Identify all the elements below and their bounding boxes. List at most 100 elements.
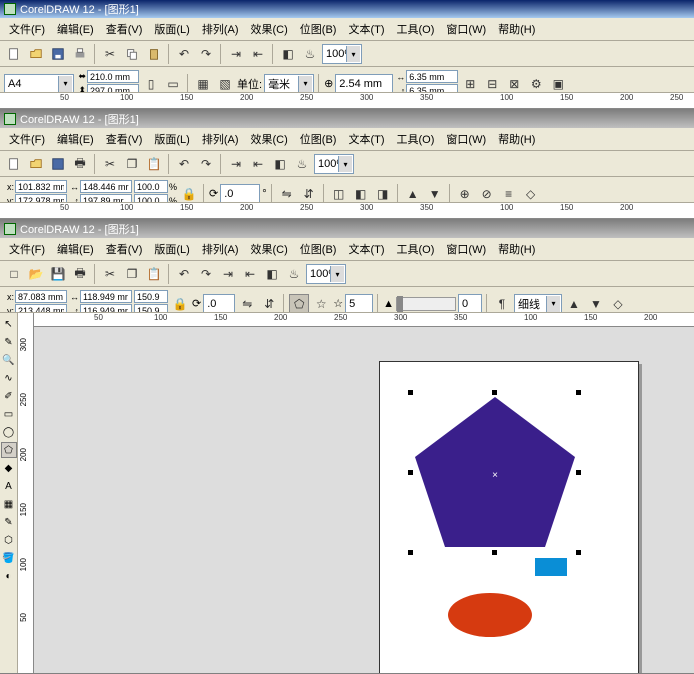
menu-layout[interactable]: 版面(L)	[149, 20, 194, 38]
outline-tool[interactable]: ⬡	[1, 532, 17, 548]
export-icon[interactable]: ⇤	[240, 264, 260, 284]
polygon-tool[interactable]: ⬠	[1, 442, 17, 458]
dup-x-field[interactable]	[406, 70, 458, 83]
zoom-combo[interactable]: 100%▾	[314, 154, 354, 174]
paste-icon[interactable]	[144, 44, 164, 64]
pentagon-shape[interactable]: ×	[410, 392, 580, 552]
ellipse-shape[interactable]	[445, 590, 535, 640]
dropdown-arrow-icon[interactable]: ▾	[546, 296, 560, 312]
menu-view[interactable]: 查看(V)	[101, 130, 148, 148]
to-back-icon[interactable]: ▼	[586, 294, 606, 314]
dropdown-arrow-icon[interactable]: ▾	[58, 76, 72, 92]
menu-text[interactable]: 文本(T)	[343, 130, 389, 148]
sx-field[interactable]	[134, 290, 168, 303]
save-icon[interactable]	[48, 154, 68, 174]
w-field[interactable]	[80, 180, 132, 193]
mirror-v-icon[interactable]: ⇵	[259, 294, 279, 314]
import-icon[interactable]: ⇥	[226, 44, 246, 64]
save-icon[interactable]: 💾	[48, 264, 68, 284]
menu-window[interactable]: 窗口(W)	[441, 240, 491, 258]
outline-width-combo[interactable]: 细线▾	[514, 294, 562, 314]
paste-icon[interactable]: 📋	[144, 154, 164, 174]
copy-icon[interactable]: ❐	[122, 154, 142, 174]
open-icon[interactable]	[26, 44, 46, 64]
selection-handle[interactable]	[576, 390, 581, 395]
menu-tools[interactable]: 工具(O)	[392, 20, 440, 38]
h-field[interactable]	[80, 304, 132, 313]
import-icon[interactable]: ⇥	[218, 264, 238, 284]
menu-effects[interactable]: 效果(C)	[246, 240, 293, 258]
pick-tool[interactable]: ↖	[1, 316, 17, 332]
combine-icon[interactable]: ⊕	[455, 184, 475, 204]
menu-help[interactable]: 帮助(H)	[493, 20, 540, 38]
menu-layout[interactable]: 版面(L)	[149, 240, 194, 258]
dropdown-arrow-icon[interactable]: ▾	[338, 156, 352, 172]
app-launcher-icon[interactable]: ◧	[262, 264, 282, 284]
selection-handle[interactable]	[408, 550, 413, 555]
y-field[interactable]	[15, 304, 67, 313]
interactive-fill-tool[interactable]: ◐	[1, 568, 17, 584]
cut-icon[interactable]: ✂	[100, 44, 120, 64]
rectangle-shape[interactable]	[535, 558, 567, 576]
print-icon[interactable]	[70, 44, 90, 64]
sharpness-slider[interactable]	[396, 297, 456, 311]
rectangle-tool[interactable]: ▭	[1, 406, 17, 422]
menu-help[interactable]: 帮助(H)	[493, 130, 540, 148]
undo-icon[interactable]: ↶	[174, 154, 194, 174]
menu-window[interactable]: 窗口(W)	[441, 20, 491, 38]
open-icon[interactable]	[26, 154, 46, 174]
menu-view[interactable]: 查看(V)	[101, 20, 148, 38]
menu-arrange[interactable]: 排列(A)	[197, 240, 244, 258]
to-front-icon[interactable]: ▲	[403, 184, 423, 204]
snap2-icon[interactable]: ⊟	[482, 74, 502, 94]
rotation-field[interactable]: .0	[203, 294, 235, 314]
rotation-field[interactable]: .0	[220, 184, 260, 204]
mirror-v-icon[interactable]: ⇵	[299, 184, 319, 204]
sx-field[interactable]	[134, 180, 168, 193]
menu-layout[interactable]: 版面(L)	[149, 130, 194, 148]
mirror-h-icon[interactable]: ⇋	[237, 294, 257, 314]
redo-icon[interactable]: ↷	[196, 44, 216, 64]
selection-handle[interactable]	[492, 390, 497, 395]
star-mode-icon[interactable]: ☆	[311, 294, 331, 314]
to-back-icon[interactable]: ▼	[425, 184, 445, 204]
lock-ratio-icon[interactable]: 🔒	[170, 294, 190, 314]
snap3-icon[interactable]: ⊠	[504, 74, 524, 94]
interactive-tool[interactable]: ▦	[1, 496, 17, 512]
dropdown-arrow-icon[interactable]: ▾	[346, 46, 360, 62]
welcome-icon[interactable]: ♨	[284, 264, 304, 284]
fill-tool[interactable]: 🪣	[1, 550, 17, 566]
new-icon[interactable]: □	[4, 264, 24, 284]
undo-icon[interactable]: ↶	[174, 264, 194, 284]
menu-effects[interactable]: 效果(C)	[246, 20, 293, 38]
copy-icon[interactable]	[122, 44, 142, 64]
menu-view[interactable]: 查看(V)	[101, 240, 148, 258]
selection-handle[interactable]	[576, 470, 581, 475]
menu-window[interactable]: 窗口(W)	[441, 130, 491, 148]
export-icon[interactable]: ⇤	[248, 44, 268, 64]
portrait-icon[interactable]: ▯	[141, 74, 161, 94]
selection-handle[interactable]	[576, 550, 581, 555]
print-icon[interactable]: 🖶	[70, 264, 90, 284]
menu-edit[interactable]: 编辑(E)	[52, 240, 99, 258]
basic-shapes-tool[interactable]: ◆	[1, 460, 17, 476]
h-field[interactable]	[80, 194, 132, 203]
ellipse-tool[interactable]: ◯	[1, 424, 17, 440]
save-icon[interactable]	[48, 44, 68, 64]
redo-icon[interactable]: ↷	[196, 264, 216, 284]
menu-edit[interactable]: 编辑(E)	[52, 130, 99, 148]
selection-handle[interactable]	[408, 390, 413, 395]
menu-tools[interactable]: 工具(O)	[392, 130, 440, 148]
paper-width-field[interactable]	[87, 70, 139, 83]
open-icon[interactable]: 📂	[26, 264, 46, 284]
menu-tools[interactable]: 工具(O)	[392, 240, 440, 258]
menu-bitmaps[interactable]: 位图(B)	[295, 20, 342, 38]
page-layout2-icon[interactable]: ▧	[215, 74, 235, 94]
menu-text[interactable]: 文本(T)	[343, 20, 389, 38]
welcome-icon[interactable]: ♨	[300, 44, 320, 64]
nudge-field[interactable]: 2.54 mm	[335, 74, 393, 94]
print-icon[interactable]: 🖶	[70, 154, 90, 174]
w-field[interactable]	[80, 290, 132, 303]
app-launcher-icon[interactable]: ◧	[270, 154, 290, 174]
sy-field[interactable]	[134, 304, 168, 313]
